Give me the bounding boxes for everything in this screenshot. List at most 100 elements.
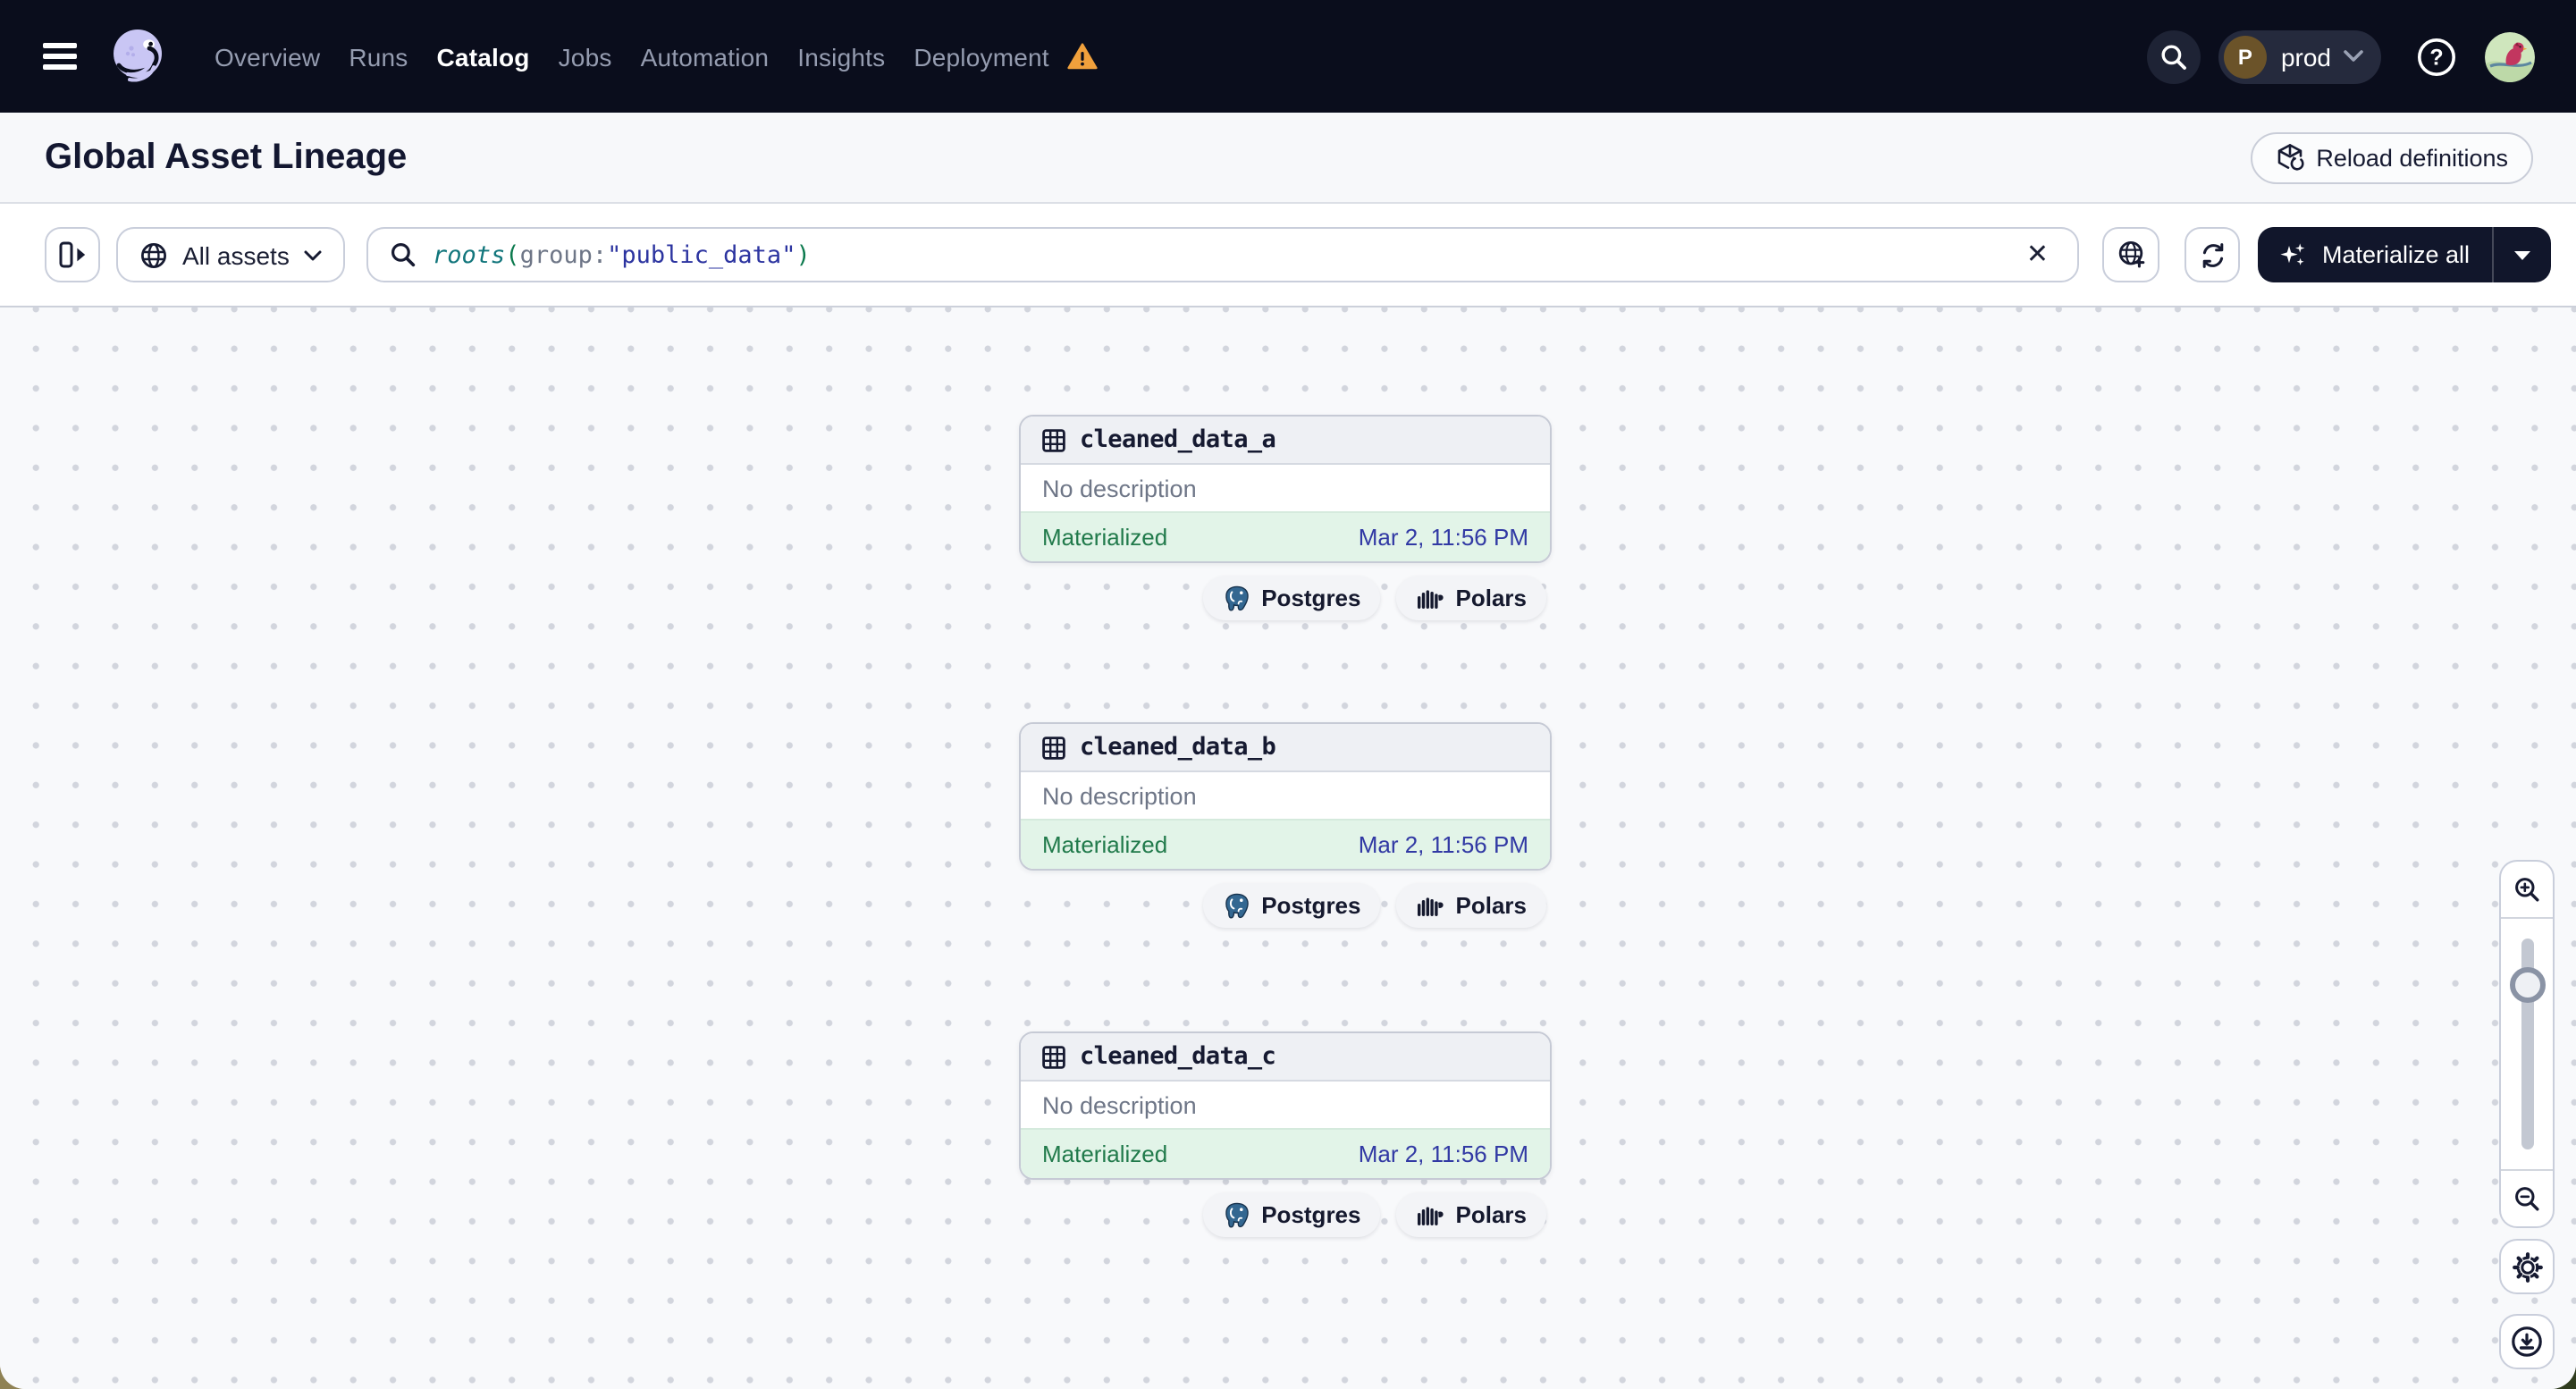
materialization-timestamp[interactable]: Mar 2, 11:56 PM [1359,524,1528,551]
refresh-graph-button[interactable] [2185,227,2240,282]
asset-node[interactable]: cleaned_data_c No description Materializ… [1019,1031,1552,1180]
warning-icon [1067,43,1098,70]
tag-postgres[interactable]: Postgres [1202,576,1381,620]
global-search-button[interactable] [2146,29,2201,83]
asset-node-header: cleaned_data_b [1021,724,1550,772]
tag-polars[interactable]: Polars [1396,576,1546,620]
dagster-window: Overview Runs Catalog Jobs Automation In… [0,0,2576,1389]
clear-filter-button[interactable]: ✕ [2019,238,2056,272]
nav-item-overview[interactable]: Overview [215,42,320,71]
reload-definitions-label: Reload definitions [2316,144,2508,171]
asset-status-row: Materialized Mar 2, 11:56 PM [1021,511,1550,561]
lineage-graph-canvas[interactable]: cleaned_data_a No description Materializ… [0,307,2576,1389]
materialization-timestamp[interactable]: Mar 2, 11:56 PM [1359,831,1528,858]
globe-plus-icon [2116,240,2146,270]
asset-node-header: cleaned_data_c [1021,1033,1550,1082]
postgres-elephant-icon [1222,891,1250,920]
globe-icon [139,240,168,269]
download-graph-button[interactable] [2499,1314,2555,1369]
materialize-options-button[interactable] [2494,227,2551,282]
hamburger-icon[interactable] [43,43,77,70]
nav-item-jobs[interactable]: Jobs [559,42,612,71]
postgres-elephant-icon [1222,584,1250,612]
help-button[interactable]: ? [2410,29,2463,83]
materialize-all-split-button: Materialize all [2258,227,2551,282]
materialize-all-button[interactable]: Materialize all [2258,227,2492,282]
asset-tags: Postgres Polars [1019,576,1552,620]
tag-label: Postgres [1261,1201,1361,1228]
refresh-icon [2198,240,2227,269]
asset-node[interactable]: cleaned_data_b No description Materializ… [1019,722,1552,871]
tag-label: Polars [1455,892,1528,919]
postgres-elephant-icon [1222,1200,1250,1229]
tag-polars[interactable]: Polars [1396,883,1546,928]
deployment-switcher[interactable]: P prod [2218,29,2381,83]
page-header: Global Asset Lineage Reload definitions [0,113,2576,204]
tag-postgres[interactable]: Postgres [1202,1192,1381,1237]
env-badge: P [2223,35,2267,78]
materialize-all-label: Materialize all [2322,241,2471,268]
zoom-controls [2499,860,2555,1228]
polars-bear-icon [1417,1204,1445,1225]
asset-description: No description [1021,1082,1550,1128]
asset-group-cleaned-data-c: cleaned_data_c No description Materializ… [1019,1031,1552,1237]
reload-definitions-button[interactable]: Reload definitions [2250,131,2533,183]
tag-polars[interactable]: Polars [1396,1192,1546,1237]
nav-item-deployment[interactable]: Deployment [913,42,1048,71]
zoom-out-button[interactable] [2501,1171,2553,1226]
tag-postgres[interactable]: Postgres [1202,883,1381,928]
asset-name: cleaned_data_c [1080,1042,1276,1071]
status-badge: Materialized [1042,831,1168,858]
status-badge: Materialized [1042,524,1168,551]
nav-item-runs[interactable]: Runs [349,42,408,71]
dagster-logo-icon[interactable] [105,24,170,88]
gear-icon [2511,1250,2543,1283]
asset-node[interactable]: cleaned_data_a No description Materializ… [1019,415,1552,563]
asset-scope-label: All assets [182,240,290,269]
asset-filter-input[interactable]: roots(group:"public_data") ✕ [366,227,2079,282]
zoom-slider[interactable] [2501,917,2553,1171]
asset-description: No description [1021,772,1550,819]
external-assets-toggle-button[interactable] [2102,227,2159,282]
top-nav: Overview Runs Catalog Jobs Automation In… [0,0,2576,113]
graph-settings-button[interactable] [2499,1239,2555,1294]
page-title: Global Asset Lineage [45,137,408,176]
nav-item-automation[interactable]: Automation [641,42,770,71]
asset-description: No description [1021,465,1550,511]
primary-nav: Overview Runs Catalog Jobs Automation In… [215,42,1098,71]
nav-item-insights[interactable]: Insights [797,42,885,71]
nav-item-catalog[interactable]: Catalog [437,42,530,71]
polars-bear-icon [1417,895,1445,916]
user-avatar[interactable] [2485,31,2535,81]
asset-tags: Postgres Polars [1019,883,1552,928]
asset-scope-dropdown[interactable]: All assets [116,227,345,282]
lineage-toolbar: All assets roots(group:"public_data") ✕ [0,204,2576,307]
svg-text:?: ? [2429,45,2443,70]
materialization-timestamp[interactable]: Mar 2, 11:56 PM [1359,1141,1528,1167]
table-icon [1042,428,1065,451]
help-icon: ? [2413,33,2460,80]
chevron-down-icon [304,249,322,260]
zoom-in-button[interactable] [2501,862,2553,917]
zoom-out-icon [2513,1184,2541,1213]
magnifier-icon [390,241,417,268]
search-icon [2159,42,2188,71]
env-label: prod [2280,42,2331,71]
asset-group-cleaned-data-b: cleaned_data_b No description Materializ… [1019,722,1552,928]
asset-status-row: Materialized Mar 2, 11:56 PM [1021,819,1550,869]
tag-label: Postgres [1261,585,1361,611]
download-icon [2510,1325,2544,1359]
asset-node-header: cleaned_data_a [1021,417,1550,465]
zoom-slider-thumb[interactable] [2509,967,2545,1003]
chevron-down-icon [2344,50,2363,63]
asset-status-row: Materialized Mar 2, 11:56 PM [1021,1128,1550,1178]
table-icon [1042,736,1065,759]
panel-toggle-button[interactable] [45,227,100,282]
nav-right-cluster: P prod ? [2146,29,2535,83]
status-badge: Materialized [1042,1141,1168,1167]
asset-group-cleaned-data-a: cleaned_data_a No description Materializ… [1019,415,1552,620]
polars-bear-icon [1417,587,1445,609]
filter-query-text: roots(group:"public_data") [433,240,811,269]
tag-label: Postgres [1261,892,1361,919]
tag-label: Polars [1455,585,1528,611]
